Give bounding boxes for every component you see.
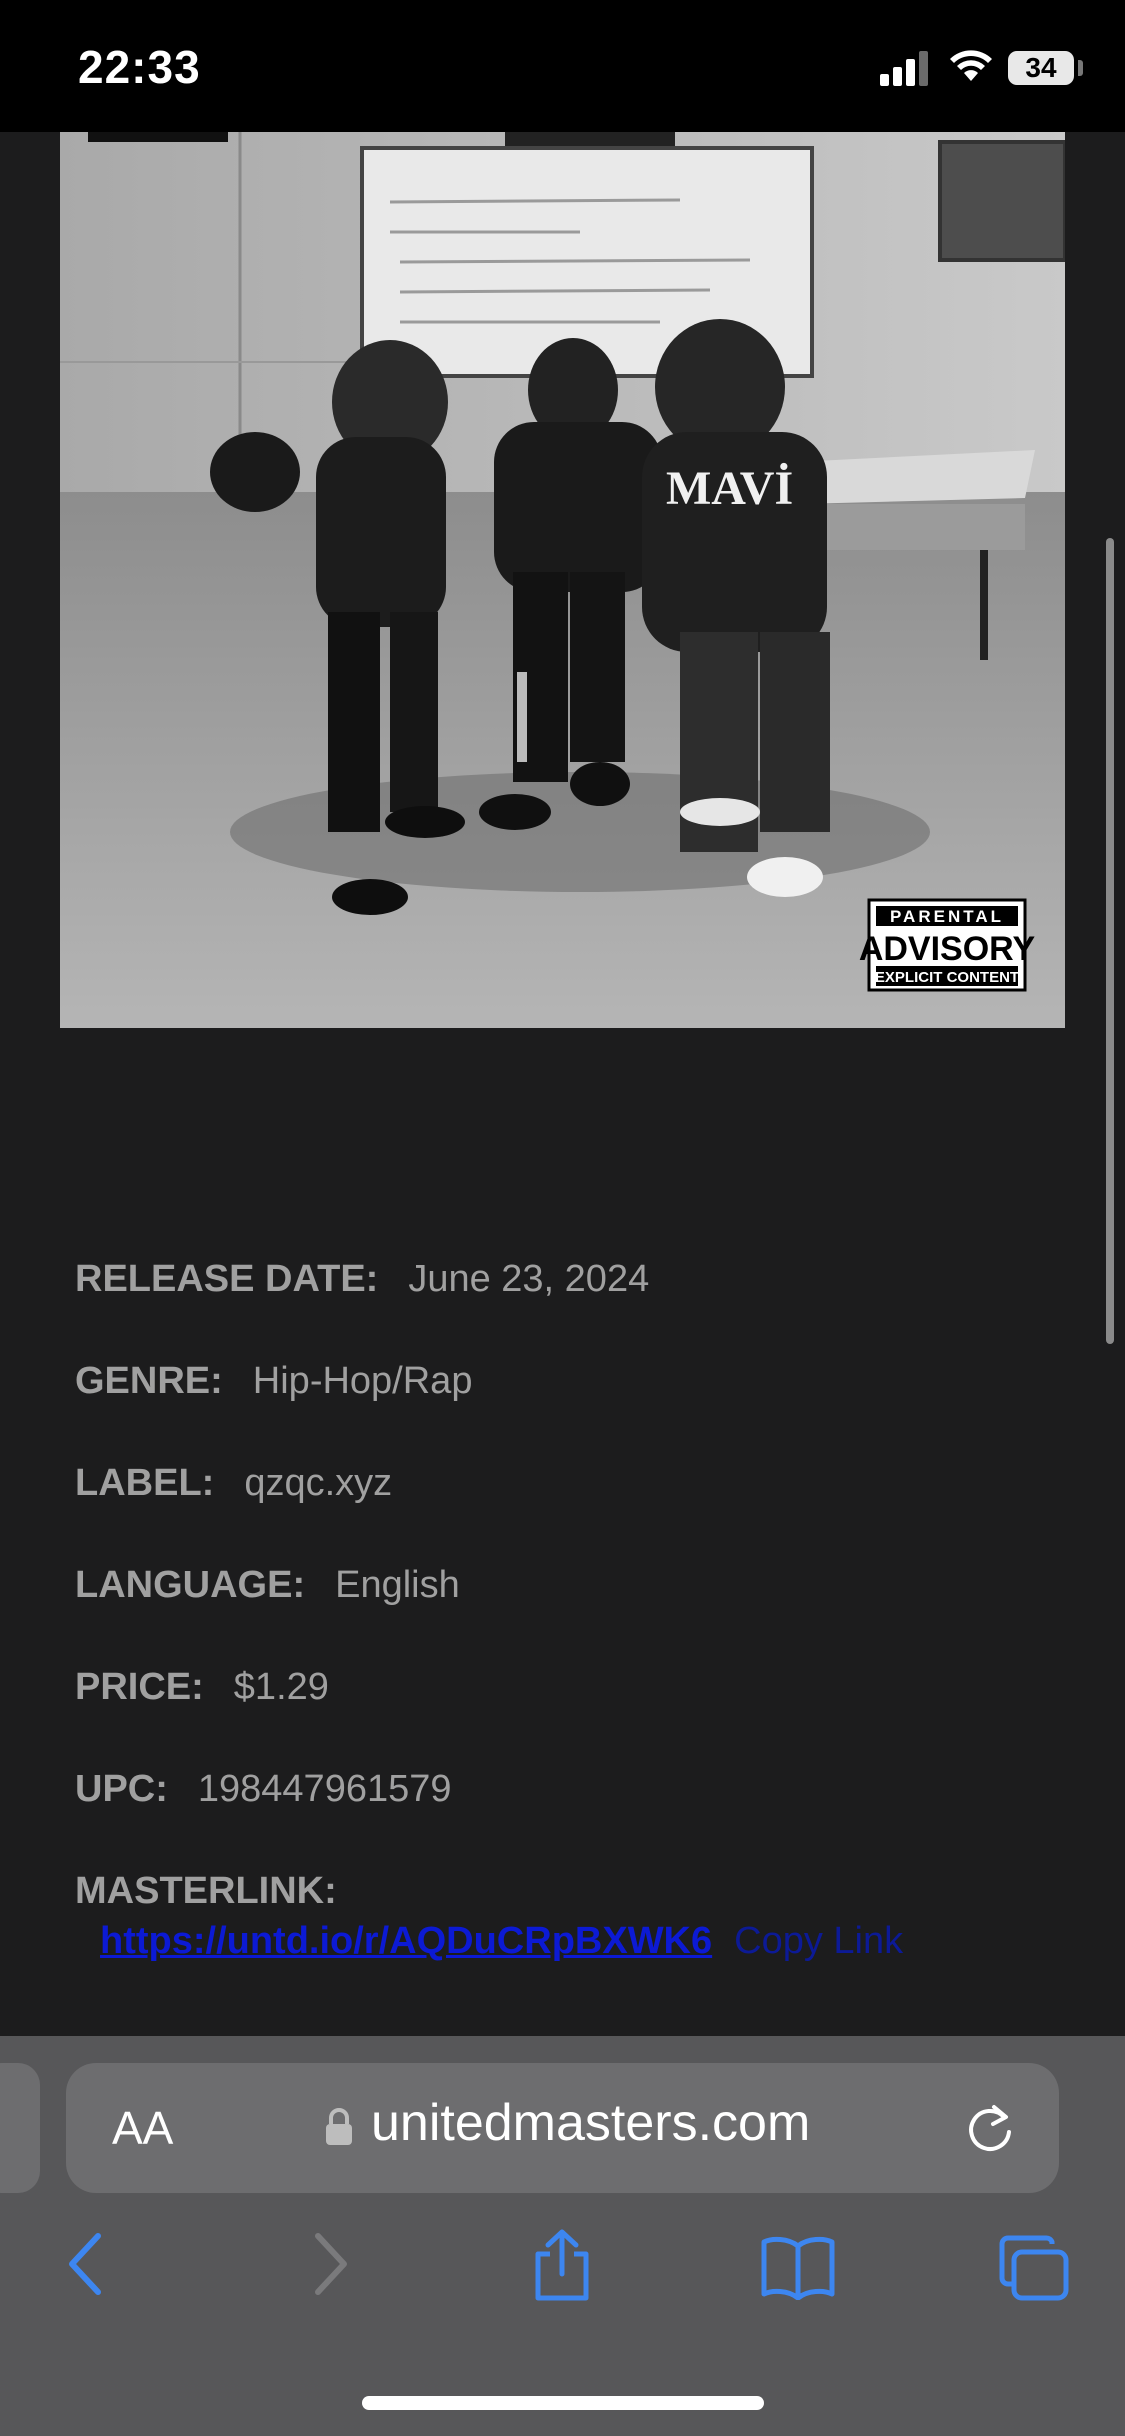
status-bar: 22:33 34 [0,0,1125,132]
detail-label: RELEASE DATE: [75,1258,379,1300]
page-content: MAVİ PARENTAL ADVISORY EXPLICIT CONTENT [0,132,1125,2036]
detail-value: $1.29 [233,1666,329,1708]
advisory-mid-text: ADVISORY [859,930,1036,968]
status-time: 22:33 [78,41,201,93]
detail-value: June 23, 2024 [408,1258,650,1300]
back-icon[interactable] [66,2232,106,2296]
address-bar[interactable]: AA unitedmasters.com [66,2063,1059,2193]
advisory-top-text: PARENTAL [890,907,1004,926]
advisory-bottom-text: EXPLICIT CONTENT [875,969,1019,986]
reload-icon[interactable] [964,2101,1016,2155]
masterlink-url[interactable]: https://untd.io/r/AQDuCRpBXWK6 [100,1920,712,1962]
cellular-signal-icon [880,51,928,86]
battery-cap [1078,60,1083,76]
detail-value: qzqc.xyz [244,1462,393,1504]
url-host: unitedmasters.com [371,2094,811,2152]
bookmarks-icon[interactable] [760,2236,836,2300]
page-scrollbar[interactable] [1106,538,1114,1344]
detail-row-release-date: RELEASE DATE: June 23, 2024 [75,1258,649,1301]
detail-row-language: LANGUAGE: English [75,1564,460,1607]
detail-value: Hip-Hop/Rap [252,1360,473,1402]
text-size-button[interactable]: AA [112,2101,173,2155]
detail-label: PRICE: [75,1666,204,1708]
tabs-icon[interactable] [998,2234,1070,2302]
detail-value: 198447961579 [197,1768,452,1810]
battery-icon: 34 [1008,51,1074,85]
forward-icon[interactable] [310,2232,350,2296]
detail-row-label: LABEL: qzqc.xyz [75,1462,392,1505]
detail-label: LABEL: [75,1462,215,1504]
album-cover-image: MAVİ PARENTAL ADVISORY EXPLICIT CONTENT [60,132,1065,1028]
detail-label: GENRE: [75,1360,223,1402]
parental-advisory-label: PARENTAL ADVISORY EXPLICIT CONTENT [859,898,1036,992]
home-indicator [362,2396,764,2410]
copy-link-button[interactable]: Copy Link [734,1920,903,1962]
detail-row-genre: GENRE: Hip-Hop/Rap [75,1360,472,1403]
previous-tab-peek[interactable] [0,2063,40,2193]
share-icon[interactable] [530,2228,594,2302]
lock-icon [326,2108,352,2145]
detail-value: English [335,1564,460,1606]
masterlink-links: https://untd.io/r/AQDuCRpBXWK6 Copy Link [100,1920,903,1963]
detail-row-price: PRICE: $1.29 [75,1666,329,1709]
hoodie-text: MAVİ [666,462,793,515]
album-cover-artwork: MAVİ PARENTAL ADVISORY EXPLICIT CONTENT [60,132,1065,1028]
wifi-icon [950,50,992,81]
text-size-label: AA [112,2102,174,2154]
masterlink-label: MASTERLINK: [75,1870,337,1912]
detail-row-masterlink: MASTERLINK: [75,1870,337,1913]
detail-label: LANGUAGE: [75,1564,306,1606]
detail-row-upc: UPC: 198447961579 [75,1768,452,1811]
detail-label: UPC: [75,1768,168,1810]
